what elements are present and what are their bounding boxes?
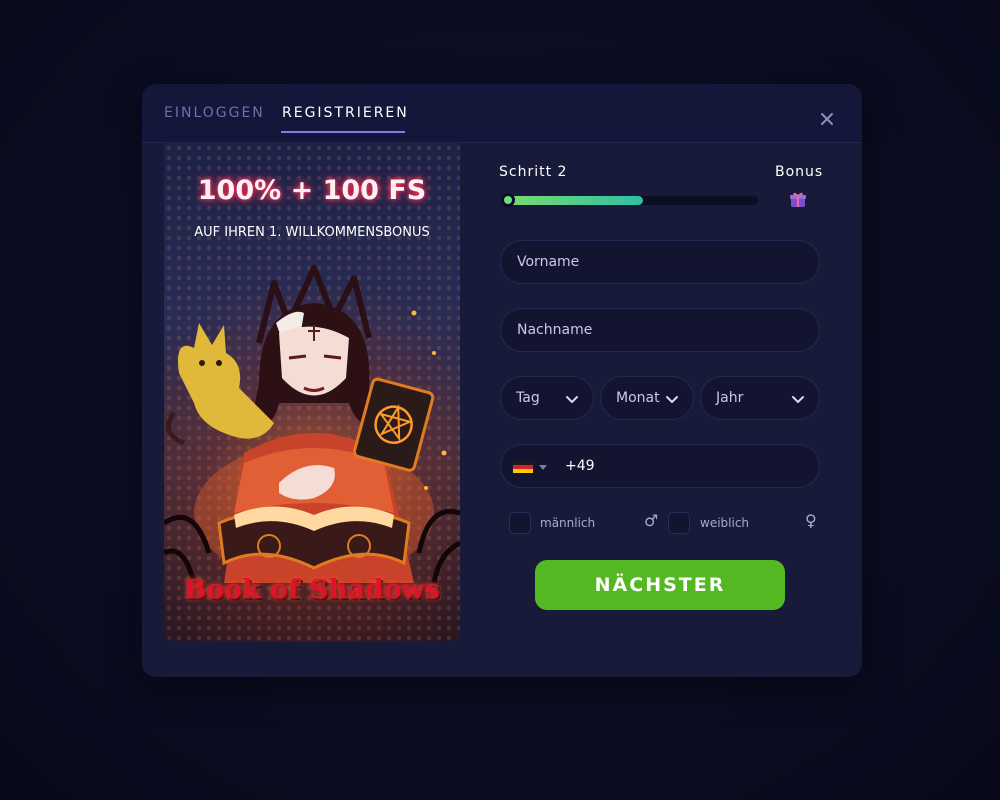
modal-header: EINLOGGEN REGISTRIEREN [142, 84, 862, 143]
last-name-input[interactable] [501, 309, 819, 351]
chevron-down-icon [566, 396, 578, 403]
chevron-down-icon [792, 396, 804, 403]
year-select[interactable]: Jahr [700, 376, 820, 420]
country-caret-icon[interactable] [539, 465, 547, 470]
promo-subtitle: AUF IHREN 1. WILLKOMMENSBONUS [194, 225, 430, 240]
progress-bar [502, 196, 758, 205]
gift-icon [790, 192, 806, 207]
female-label[interactable]: weiblich [700, 516, 749, 530]
phone-field[interactable]: +49 [500, 444, 820, 488]
close-button[interactable] [812, 104, 842, 134]
tab-register[interactable]: REGISTRIEREN [282, 105, 409, 121]
next-button[interactable]: NÄCHSTER [535, 560, 785, 610]
last-name-field[interactable] [500, 308, 820, 352]
tab-login[interactable]: EINLOGGEN [164, 105, 265, 121]
female-checkbox[interactable] [668, 512, 690, 534]
active-tab-indicator [281, 131, 405, 133]
chevron-down-icon [666, 396, 678, 403]
day-select[interactable]: Tag [500, 376, 594, 420]
step-label: Schritt 2 [499, 164, 568, 180]
witch-illustration [164, 265, 460, 583]
game-title: Book of Shadows [184, 575, 440, 605]
month-select-label: Monat [616, 390, 660, 406]
female-symbol-icon: ♀ [805, 511, 817, 530]
male-label[interactable]: männlich [540, 516, 595, 530]
male-symbol-icon: ♂ [644, 511, 659, 530]
promo-banner[interactable]: 100% + 100 FS AUF IHREN 1. WILLKOMMENSBO… [164, 143, 460, 642]
bonus-label: Bonus [775, 164, 824, 180]
male-checkbox[interactable] [509, 512, 531, 534]
month-select[interactable]: Monat [600, 376, 694, 420]
progress-start-marker [501, 193, 515, 207]
flag-de-icon[interactable] [513, 461, 533, 473]
registration-modal: EINLOGGEN REGISTRIEREN 100% + 100 FS AUF… [142, 84, 862, 677]
phone-prefix[interactable]: +49 [565, 458, 595, 474]
day-select-label: Tag [516, 390, 540, 406]
first-name-field[interactable] [500, 240, 820, 284]
year-select-label: Jahr [716, 390, 744, 406]
close-icon [821, 113, 833, 125]
promo-title: 100% + 100 FS [197, 175, 427, 206]
progress-fill [502, 196, 643, 205]
first-name-input[interactable] [501, 241, 819, 283]
